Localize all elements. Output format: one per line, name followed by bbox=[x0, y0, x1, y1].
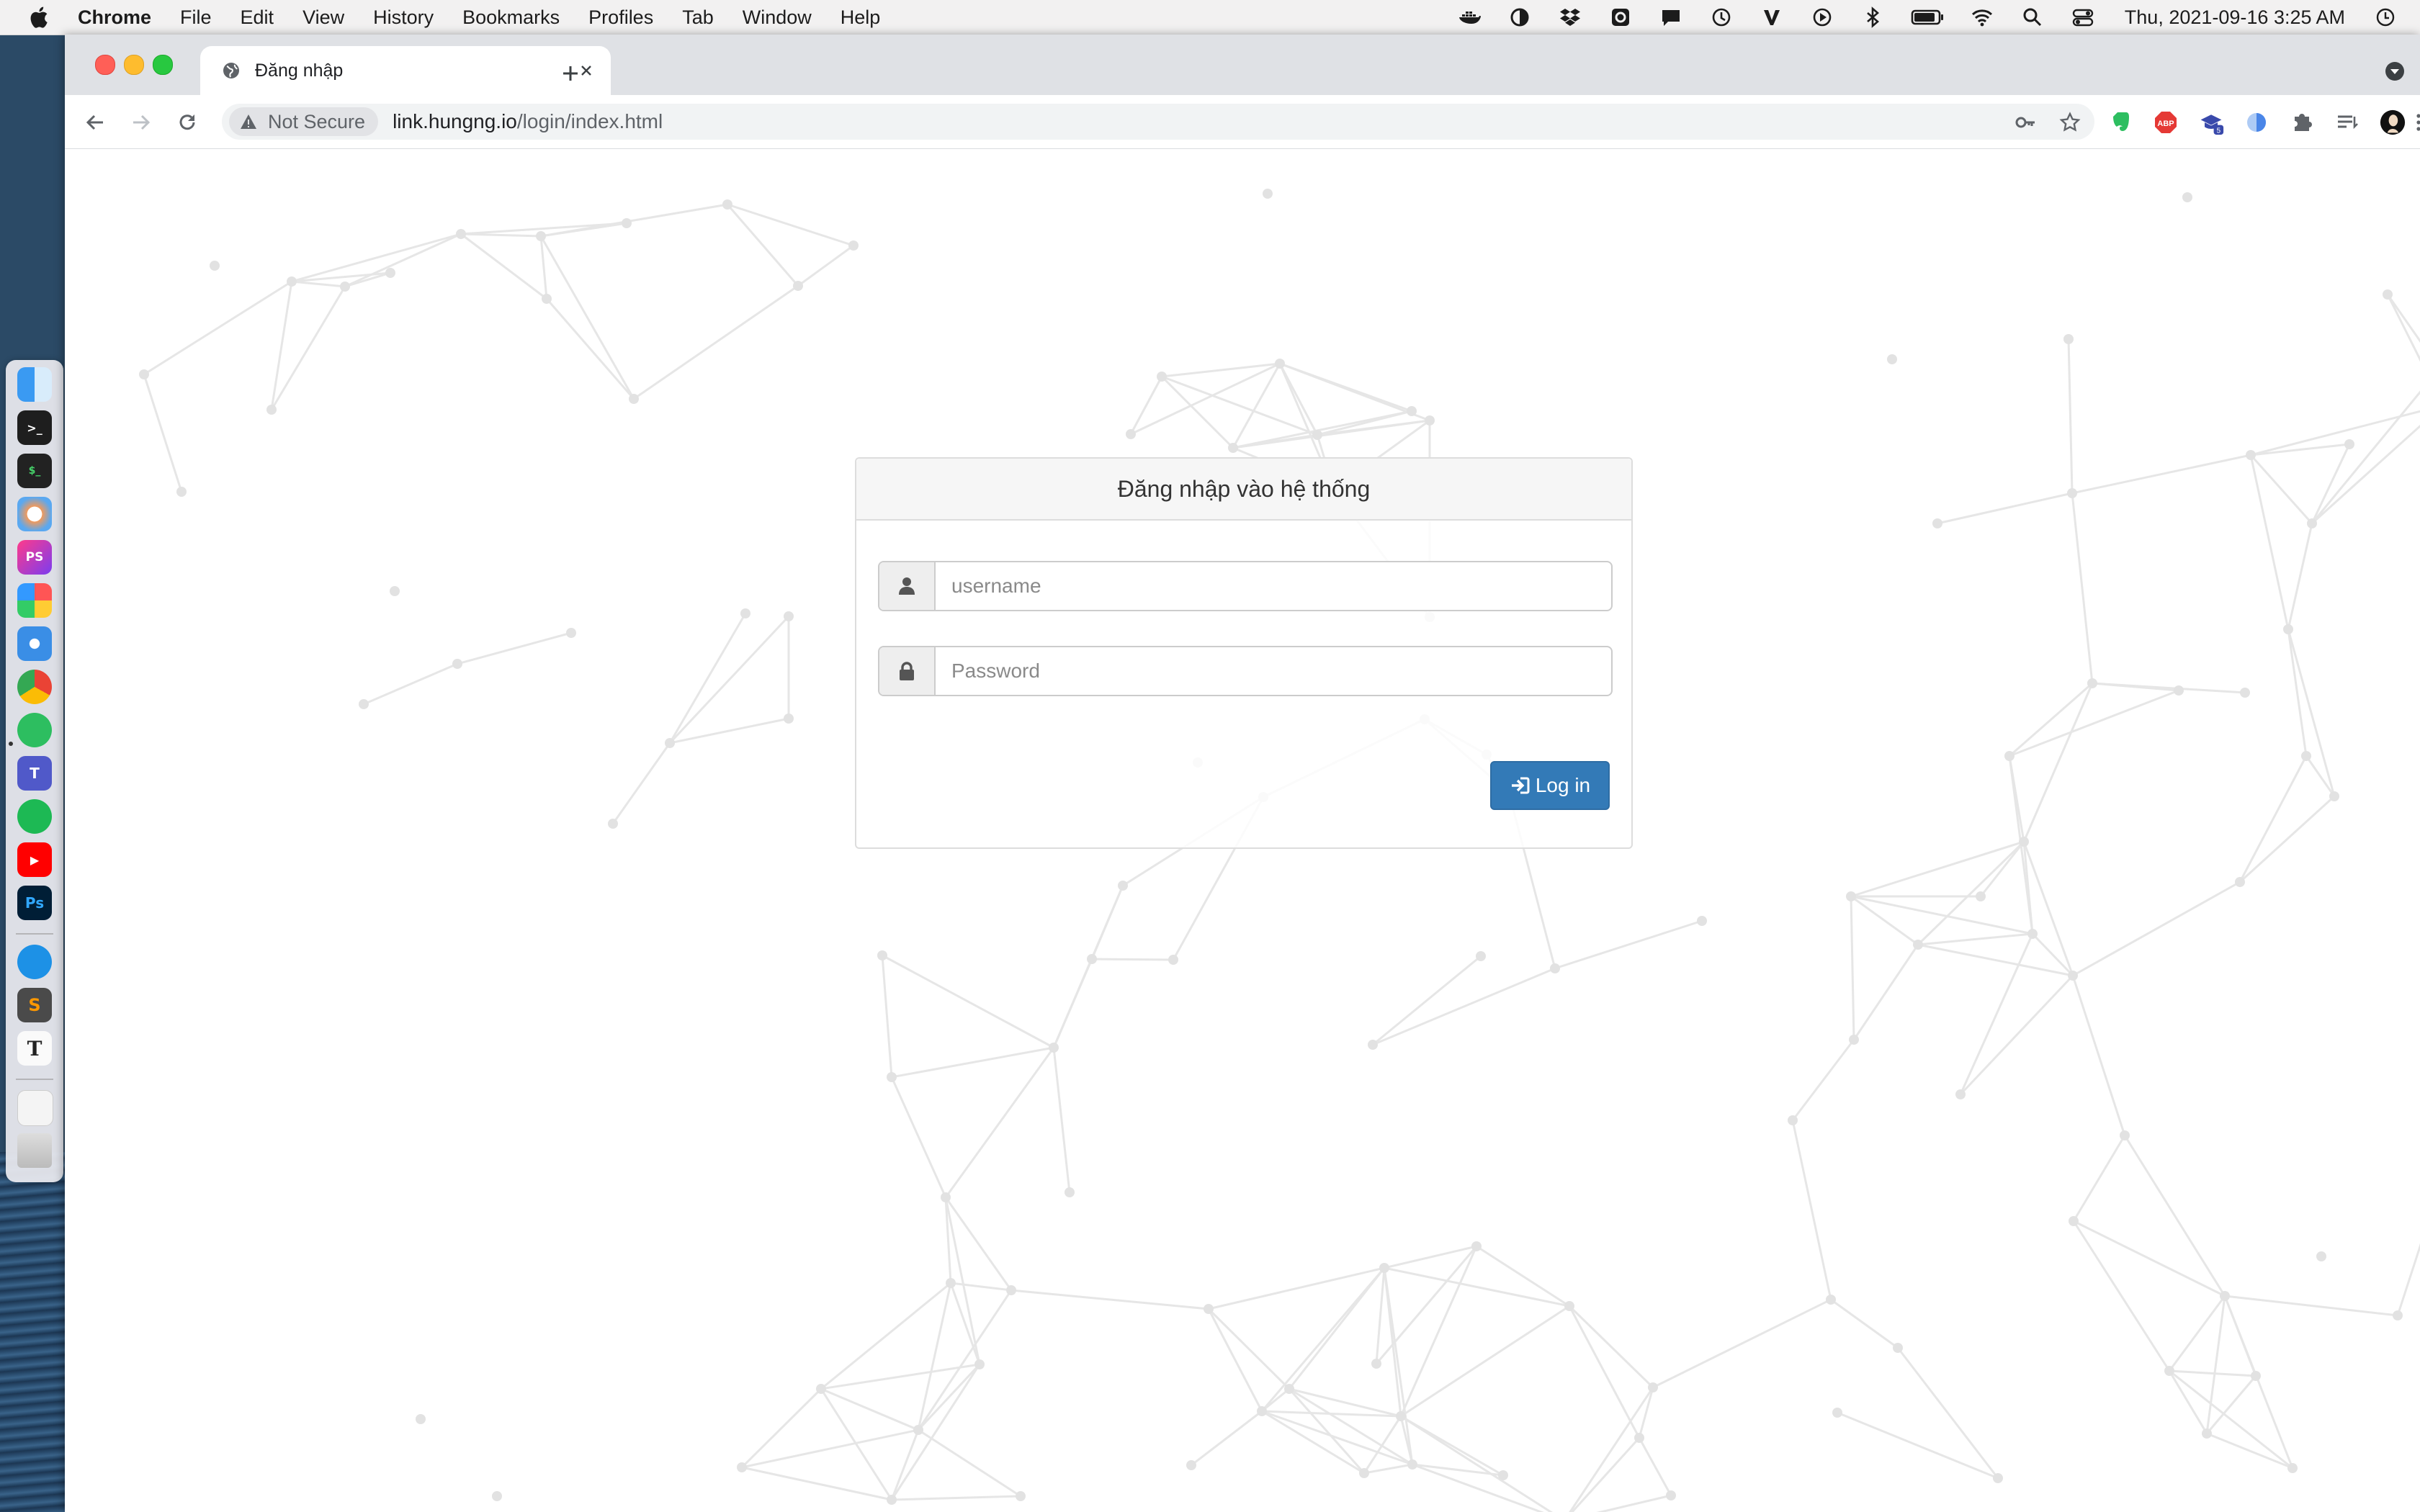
sublime-text-icon[interactable]: S bbox=[17, 988, 52, 1022]
control-center-icon[interactable] bbox=[2070, 4, 2096, 30]
menu-window[interactable]: Window bbox=[743, 6, 812, 29]
adblock-extension-icon[interactable]: ABP bbox=[2153, 109, 2179, 135]
running-indicator bbox=[9, 742, 13, 746]
url-path: /login/index.html bbox=[516, 110, 663, 132]
chrome-icon[interactable] bbox=[17, 670, 52, 704]
menu-app-name[interactable]: Chrome bbox=[78, 6, 151, 29]
menu-history[interactable]: History bbox=[373, 6, 434, 29]
terminal-icon[interactable]: >_ bbox=[17, 410, 52, 445]
safari-icon[interactable] bbox=[17, 626, 52, 661]
menu-file[interactable]: File bbox=[180, 6, 212, 29]
contrast-icon[interactable] bbox=[1507, 4, 1533, 30]
desktop-wallpaper bbox=[0, 1152, 72, 1512]
url-text[interactable]: link.hungng.io/login/index.html bbox=[393, 110, 663, 133]
mortarboard-extension-icon[interactable]: 5 bbox=[2198, 109, 2224, 135]
dock: >_ $_ PS T ▶ Ps S T bbox=[6, 360, 63, 1182]
dropbox-icon[interactable] bbox=[1557, 4, 1583, 30]
search-icon[interactable] bbox=[2020, 4, 2045, 30]
clock-icon[interactable] bbox=[2372, 4, 2398, 30]
photoshop-icon[interactable]: Ps bbox=[17, 886, 52, 920]
sign-in-icon bbox=[1511, 777, 1530, 794]
menu-view[interactable]: View bbox=[302, 6, 344, 29]
document-icon[interactable] bbox=[17, 1090, 53, 1126]
menu-bookmarks[interactable]: Bookmarks bbox=[462, 6, 560, 29]
docker-app-icon[interactable] bbox=[17, 945, 52, 979]
launchpad-icon[interactable] bbox=[17, 583, 52, 618]
username-input-group bbox=[878, 561, 1613, 611]
blue-circle-extension-icon[interactable] bbox=[2244, 109, 2269, 135]
close-window-button[interactable] bbox=[95, 55, 115, 75]
wifi-icon[interactable] bbox=[1969, 4, 1995, 30]
browser-window: Đăng nhập Not Secure link.hungng.io/logi… bbox=[65, 35, 2420, 1512]
password-input[interactable] bbox=[936, 647, 1611, 695]
spotify-icon[interactable] bbox=[17, 799, 52, 834]
extensions-puzzle-icon[interactable] bbox=[2289, 109, 2315, 135]
new-tab-button[interactable] bbox=[555, 58, 586, 89]
reading-list-icon[interactable] bbox=[2334, 109, 2360, 135]
phpstorm-icon[interactable]: PS bbox=[17, 540, 52, 575]
globe-icon bbox=[223, 63, 239, 78]
minimize-window-button[interactable] bbox=[124, 55, 144, 75]
evernote-icon[interactable] bbox=[17, 713, 52, 747]
tab-title: Đăng nhập bbox=[255, 60, 344, 81]
security-chip[interactable]: Not Secure bbox=[229, 107, 379, 136]
lock-icon bbox=[879, 647, 936, 695]
menu-tab[interactable]: Tab bbox=[682, 6, 714, 29]
trash-icon[interactable] bbox=[17, 1133, 52, 1168]
user-icon bbox=[879, 562, 936, 610]
url-host: link.hungng.io bbox=[393, 110, 517, 132]
tab-search-icon[interactable] bbox=[2383, 59, 2407, 84]
extension-badge: 5 bbox=[2217, 127, 2221, 135]
password-input-group bbox=[878, 646, 1613, 696]
svg-text:ABP: ABP bbox=[2157, 120, 2174, 128]
tab-strip: Đăng nhập bbox=[65, 35, 2420, 95]
apple-menu-icon[interactable] bbox=[27, 5, 49, 30]
menu-bar: Chrome File Edit View History Bookmarks … bbox=[0, 0, 2420, 35]
login-heading: Đăng nhập vào hệ thống bbox=[856, 459, 1631, 521]
dock-separator bbox=[16, 933, 53, 935]
status-area: Thu, 2021-09-16 3:25 AM bbox=[1432, 0, 2398, 35]
key-icon[interactable] bbox=[2014, 111, 2037, 134]
bluetooth-icon[interactable] bbox=[1860, 4, 1886, 30]
play-icon[interactable] bbox=[1809, 4, 1835, 30]
dock-separator bbox=[16, 1079, 53, 1080]
settings-cog-icon[interactable] bbox=[1608, 4, 1634, 30]
login-button-label: Log in bbox=[1535, 774, 1591, 796]
page-content: Đăng nhập vào hệ thống Log in bbox=[65, 149, 2420, 1512]
menubar-clock[interactable]: Thu, 2021-09-16 3:25 AM bbox=[2125, 6, 2345, 29]
browser-toolbar: Not Secure link.hungng.io/login/index.ht… bbox=[65, 95, 2420, 149]
login-button[interactable]: Log in bbox=[1490, 761, 1610, 810]
teams-icon[interactable]: T bbox=[17, 756, 52, 791]
time-machine-icon[interactable] bbox=[1708, 4, 1734, 30]
v-icon[interactable] bbox=[1759, 4, 1785, 30]
reload-button[interactable] bbox=[173, 108, 202, 137]
evernote-extension-icon[interactable] bbox=[2107, 109, 2133, 135]
battery-icon[interactable] bbox=[1910, 4, 1945, 30]
forward-button[interactable] bbox=[127, 108, 156, 137]
warning-icon bbox=[241, 114, 256, 129]
iterm-icon[interactable]: $_ bbox=[17, 454, 52, 488]
login-panel: Đăng nhập vào hệ thống Log in bbox=[855, 457, 1633, 849]
back-button[interactable] bbox=[81, 108, 109, 137]
security-label: Not Secure bbox=[268, 110, 366, 132]
username-input[interactable] bbox=[936, 562, 1611, 610]
profile-avatar[interactable] bbox=[2380, 109, 2406, 135]
menu-edit[interactable]: Edit bbox=[241, 6, 274, 29]
menu-help[interactable]: Help bbox=[841, 6, 881, 29]
finder-icon[interactable] bbox=[17, 367, 52, 402]
address-bar[interactable]: Not Secure link.hungng.io/login/index.ht… bbox=[222, 104, 2094, 140]
youtube-icon[interactable]: ▶ bbox=[17, 842, 52, 877]
bookmark-star-icon[interactable] bbox=[2058, 111, 2081, 134]
notification-icon[interactable] bbox=[1658, 4, 1684, 30]
typora-icon[interactable]: T bbox=[17, 1031, 52, 1066]
maximize-window-button[interactable] bbox=[153, 55, 173, 75]
chrome-menu-icon[interactable] bbox=[2411, 109, 2420, 135]
arc-icon[interactable] bbox=[17, 497, 52, 531]
docker-icon[interactable] bbox=[1456, 4, 1482, 30]
active-tab[interactable]: Đăng nhập bbox=[200, 46, 611, 95]
menu-profiles[interactable]: Profiles bbox=[588, 6, 653, 29]
